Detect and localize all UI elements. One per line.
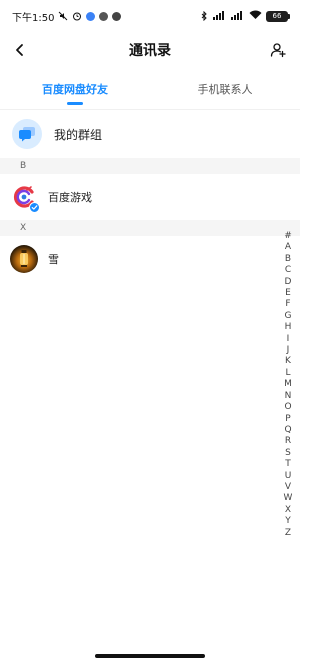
chat-bubble-icon (19, 127, 35, 142)
lantern-photo-icon (20, 250, 28, 267)
index-letter-y[interactable]: Y (285, 516, 291, 527)
index-letter-h[interactable]: H (285, 322, 292, 333)
signal-icon (213, 10, 227, 23)
avatar (10, 183, 40, 213)
bluetooth-icon (199, 10, 209, 22)
contact-row[interactable]: 雪 (0, 237, 280, 281)
page-title: 通讯录 (129, 43, 171, 59)
index-letter-x[interactable]: X (285, 505, 291, 516)
index-letter-l[interactable]: L (285, 368, 290, 379)
index-letter-v[interactable]: V (285, 482, 291, 493)
group-avatar (12, 119, 42, 149)
header: 通讯录 (0, 32, 300, 68)
index-letter-a[interactable]: A (285, 242, 291, 253)
index-letter-u[interactable]: U (285, 471, 292, 482)
index-letter-hash[interactable]: # (284, 231, 292, 242)
index-letter-t[interactable]: T (285, 459, 291, 470)
status-bar: 下午1:50 66 (0, 0, 300, 32)
tab-label: 百度网盘好友 (42, 83, 108, 96)
index-letter-j[interactable]: J (287, 345, 290, 356)
index-letter-q[interactable]: Q (284, 425, 291, 436)
chevron-left-icon (16, 44, 23, 56)
status-right: 66 (199, 10, 290, 23)
add-user-icon (270, 43, 286, 58)
index-letter-f[interactable]: F (285, 299, 290, 310)
battery-indicator: 66 (266, 10, 290, 22)
index-letter-b[interactable]: B (285, 254, 291, 265)
section-header-x: X (0, 220, 300, 236)
section-header-b: B (0, 158, 300, 174)
index-letter-c[interactable]: C (285, 265, 291, 276)
index-letter-m[interactable]: M (284, 379, 292, 390)
app-notification-icon (99, 11, 109, 21)
verified-badge-icon (29, 202, 40, 213)
wifi-icon (249, 10, 262, 23)
add-friend-button[interactable] (268, 40, 288, 60)
contact-name: 雪 (48, 253, 59, 266)
tab-bar: 百度网盘好友 手机联系人 (0, 75, 300, 109)
index-letter-n[interactable]: N (285, 391, 292, 402)
index-letter-p[interactable]: P (285, 414, 290, 425)
back-button[interactable] (10, 40, 30, 60)
tab-phone-contacts[interactable]: 手机联系人 (150, 75, 300, 109)
alarm-icon (72, 11, 82, 21)
index-letter-d[interactable]: D (285, 277, 292, 288)
index-letter-s[interactable]: S (285, 448, 291, 459)
index-letter-i[interactable]: I (287, 334, 290, 345)
my-groups-row[interactable]: 我的群组 (0, 112, 300, 156)
app-notification-icon (86, 11, 96, 21)
status-time: 下午1:50 (12, 12, 55, 24)
alphabet-index[interactable]: # A B C D E F G H I J K L M N O P Q R S T U V W X Y Z (282, 231, 294, 539)
status-left: 下午1:50 (12, 9, 122, 24)
mute-icon (58, 11, 68, 21)
app-notification-icon (112, 11, 122, 21)
index-letter-e[interactable]: E (285, 288, 291, 299)
my-groups-label: 我的群组 (54, 127, 103, 142)
avatar (10, 245, 38, 273)
index-letter-g[interactable]: G (285, 311, 292, 322)
tab-label: 手机联系人 (197, 83, 253, 96)
contact-row[interactable]: 百度游戏 (0, 175, 280, 219)
divider (0, 109, 300, 110)
tab-baidu-friends[interactable]: 百度网盘好友 (0, 75, 150, 109)
active-tab-indicator (67, 102, 83, 105)
index-letter-k[interactable]: K (285, 356, 291, 367)
home-indicator[interactable] (95, 654, 205, 658)
index-letter-z[interactable]: Z (285, 528, 291, 539)
index-letter-o[interactable]: O (284, 402, 291, 413)
index-letter-w[interactable]: W (284, 493, 293, 504)
signal-icon (231, 10, 245, 23)
contacts-screen: 下午1:50 66 通讯录 百度网盘好友 手机联系人 我的群组 B 百度游戏 X… (0, 0, 300, 666)
contact-name: 百度游戏 (48, 191, 92, 204)
index-letter-r[interactable]: R (285, 436, 291, 447)
